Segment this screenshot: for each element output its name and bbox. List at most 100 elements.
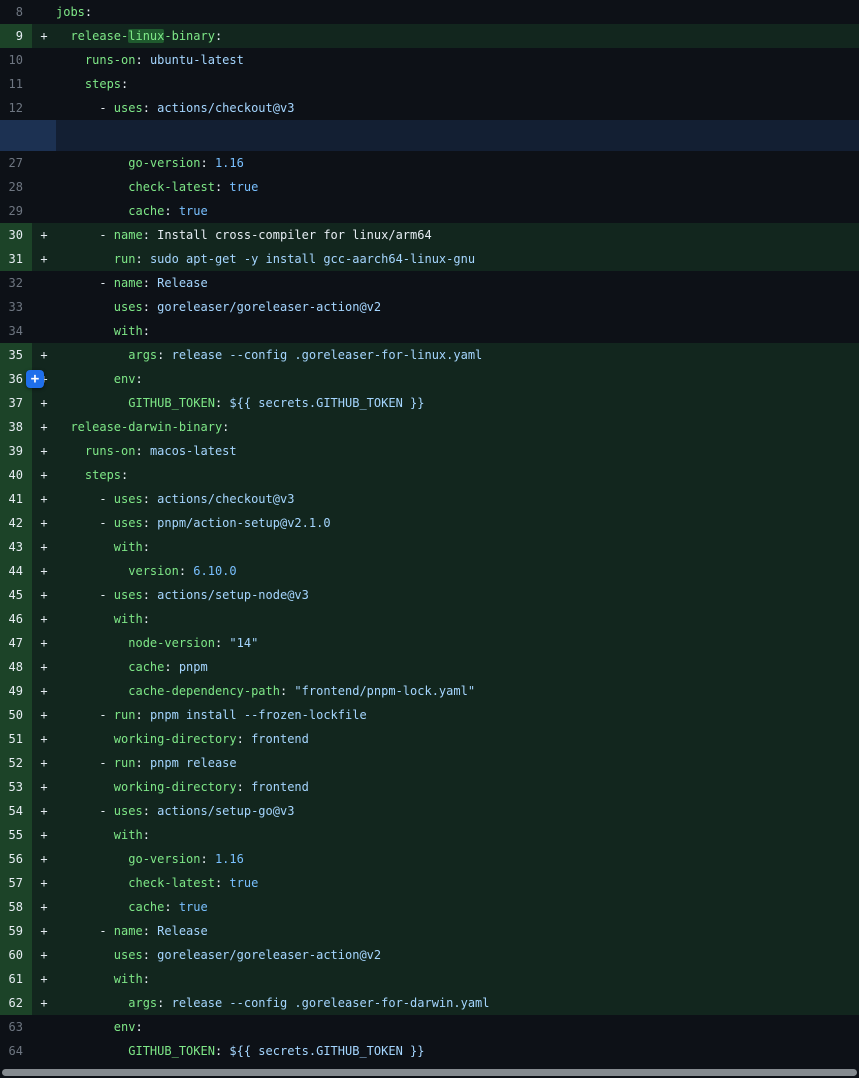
code-token: : [143, 948, 157, 962]
line-number[interactable]: 53 [0, 775, 32, 799]
diff-row-added: 57+ check-latest: true [0, 871, 859, 895]
code-line: - run: pnpm release [56, 751, 237, 775]
code-token [56, 684, 128, 698]
diff-marker: + [32, 247, 56, 271]
code-token: : [157, 996, 171, 1010]
add-comment-button[interactable]: + [26, 370, 44, 388]
line-number[interactable]: 46 [0, 607, 32, 631]
hunk-header [56, 120, 859, 151]
line-number[interactable]: 52 [0, 751, 32, 775]
code-token [56, 900, 128, 914]
line-number[interactable]: 28 [0, 175, 32, 199]
line-number[interactable]: 38 [0, 415, 32, 439]
line-number[interactable]: 33 [0, 295, 32, 319]
line-number[interactable]: 40 [0, 463, 32, 487]
code-line: run: sudo apt-get -y install gcc-aarch64… [56, 247, 475, 271]
line-number[interactable]: 10 [0, 48, 32, 72]
code-token: cache-dependency-path [128, 684, 280, 698]
line-number[interactable]: 34 [0, 319, 32, 343]
line-number[interactable]: 47 [0, 631, 32, 655]
code-line: release-darwin-binary: [56, 415, 229, 439]
line-number[interactable]: 60 [0, 943, 32, 967]
code-token: : [237, 732, 251, 746]
code-token: Install cross-compiler for linux/arm64 [157, 228, 432, 242]
line-number[interactable]: 32 [0, 271, 32, 295]
line-number[interactable]: 35 [0, 343, 32, 367]
line-number[interactable]: 11 [0, 72, 32, 96]
code-token: 1.16 [215, 156, 244, 170]
code-token: GITHUB_TOKEN [128, 396, 215, 410]
line-number[interactable]: 59 [0, 919, 32, 943]
line-number[interactable]: 58 [0, 895, 32, 919]
diff-row-added: 42+ - uses: pnpm/action-setup@v2.1.0 [0, 511, 859, 535]
hunk-expander-row[interactable] [0, 120, 859, 151]
line-number[interactable]: 8 [0, 0, 32, 24]
line-number[interactable]: 63 [0, 1015, 32, 1039]
scrollbar-thumb[interactable] [2, 1069, 857, 1076]
code-token [56, 252, 114, 266]
line-number[interactable]: 55 [0, 823, 32, 847]
diff-row-context: 8jobs: [0, 0, 859, 24]
line-number[interactable]: 12 [0, 96, 32, 120]
line-number[interactable]: 43 [0, 535, 32, 559]
code-line: runs-on: macos-latest [56, 439, 237, 463]
code-token: release- [70, 29, 128, 43]
code-line: release-linux-binary: [56, 24, 222, 48]
code-token: -binary [164, 29, 215, 43]
line-number[interactable]: 48 [0, 655, 32, 679]
diff-marker [32, 96, 56, 120]
line-number[interactable]: 54 [0, 799, 32, 823]
diff-marker: + [32, 463, 56, 487]
code-token [56, 876, 128, 890]
diff-marker: + [32, 439, 56, 463]
code-token: frontend [251, 732, 309, 746]
code-token: : [237, 780, 251, 794]
code-token: env [114, 1020, 136, 1034]
code-token: : [143, 324, 150, 338]
line-number[interactable]: 57 [0, 871, 32, 895]
code-token: : [143, 540, 150, 554]
code-token [56, 468, 85, 482]
diff-row-added: 39+ runs-on: macos-latest [0, 439, 859, 463]
line-number[interactable]: 39 [0, 439, 32, 463]
line-number[interactable]: 27 [0, 151, 32, 175]
code-token [56, 564, 128, 578]
code-token: : [143, 588, 157, 602]
line-number[interactable]: 51 [0, 727, 32, 751]
line-number[interactable]: 56 [0, 847, 32, 871]
line-number[interactable]: 62 [0, 991, 32, 1015]
line-number[interactable]: 37 [0, 391, 32, 415]
diff-row-added: 45+ - uses: actions/setup-node@v3 [0, 583, 859, 607]
code-token: args [128, 996, 157, 1010]
line-number[interactable]: 41 [0, 487, 32, 511]
diff-row-added: 50+ - run: pnpm install --frozen-lockfil… [0, 703, 859, 727]
code-token: : [135, 444, 149, 458]
code-line: GITHUB_TOKEN: ${{ secrets.GITHUB_TOKEN }… [56, 391, 424, 415]
line-number[interactable]: 9 [0, 24, 32, 48]
hunk-expander-gutter[interactable] [0, 120, 56, 151]
line-number[interactable]: 44 [0, 559, 32, 583]
code-line: with: [56, 319, 150, 343]
line-number[interactable]: 61 [0, 967, 32, 991]
line-number[interactable]: 30 [0, 223, 32, 247]
code-token [56, 29, 70, 43]
line-number[interactable]: 42 [0, 511, 32, 535]
line-number[interactable]: 31 [0, 247, 32, 271]
diff-row-context: 29 cache: true [0, 199, 859, 223]
diff-marker: + [32, 919, 56, 943]
diff-marker: + [32, 727, 56, 751]
diff-row-added: 35+ args: release --config .goreleaser-f… [0, 343, 859, 367]
line-number[interactable]: 50 [0, 703, 32, 727]
diff-row-added: 30+ - name: Install cross-compiler for l… [0, 223, 859, 247]
horizontal-scrollbar[interactable] [0, 1068, 859, 1077]
line-number[interactable]: 49 [0, 679, 32, 703]
diff-row-added: 47+ node-version: "14" [0, 631, 859, 655]
code-token: with [114, 324, 143, 338]
code-token: run [114, 756, 136, 770]
line-number[interactable]: 45 [0, 583, 32, 607]
code-token [56, 420, 70, 434]
code-line: - name: Install cross-compiler for linux… [56, 223, 432, 247]
line-number[interactable]: 29 [0, 199, 32, 223]
line-number[interactable]: 64 [0, 1039, 32, 1063]
code-token [56, 1044, 128, 1058]
